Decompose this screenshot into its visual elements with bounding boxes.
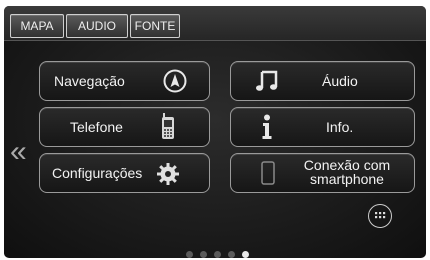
- info-icon: [261, 114, 273, 145]
- tab-fonte[interactable]: FONTE: [130, 14, 180, 38]
- music-note-icon: [255, 69, 279, 98]
- smartphone-label-line1: Conexão com: [303, 157, 391, 173]
- head-unit-screen: MAPA AUDIO FONTE « Navegação Telefone Co…: [4, 6, 426, 258]
- settings-button[interactable]: Configurações: [39, 153, 210, 193]
- smartphone-icon: [261, 161, 275, 190]
- navigation-button[interactable]: Navegação: [39, 61, 210, 101]
- gear-icon: [156, 162, 180, 191]
- page-dot: [200, 251, 207, 258]
- smartphone-label-line2: smartphone: [310, 171, 384, 187]
- apps-grid-button[interactable]: [368, 204, 392, 228]
- apps-grid-icon: [375, 212, 386, 219]
- tab-mapa[interactable]: MAPA: [10, 14, 64, 38]
- navigation-label: Navegação: [54, 73, 125, 89]
- info-button[interactable]: Info.: [230, 107, 415, 147]
- audio-label: Áudio: [322, 73, 358, 89]
- tab-audio[interactable]: AUDIO: [66, 14, 128, 38]
- audio-button[interactable]: Áudio: [230, 61, 415, 101]
- phone-label: Telefone: [70, 119, 123, 135]
- top-tab-bar: MAPA AUDIO FONTE: [4, 6, 426, 41]
- chevron-left-icon[interactable]: «: [10, 137, 27, 167]
- settings-label: Configurações: [52, 165, 143, 181]
- page-dot: [214, 251, 221, 258]
- smartphone-label: Conexão com smartphone: [299, 158, 395, 186]
- phone-icon: [160, 113, 176, 146]
- page-dot: [186, 251, 193, 258]
- page-dot: [242, 251, 249, 258]
- page-dot: [228, 251, 235, 258]
- phone-button[interactable]: Telefone: [39, 107, 210, 147]
- info-label: Info.: [326, 119, 354, 135]
- smartphone-connection-button[interactable]: Conexão com smartphone: [230, 153, 415, 193]
- compass-icon: [162, 68, 188, 99]
